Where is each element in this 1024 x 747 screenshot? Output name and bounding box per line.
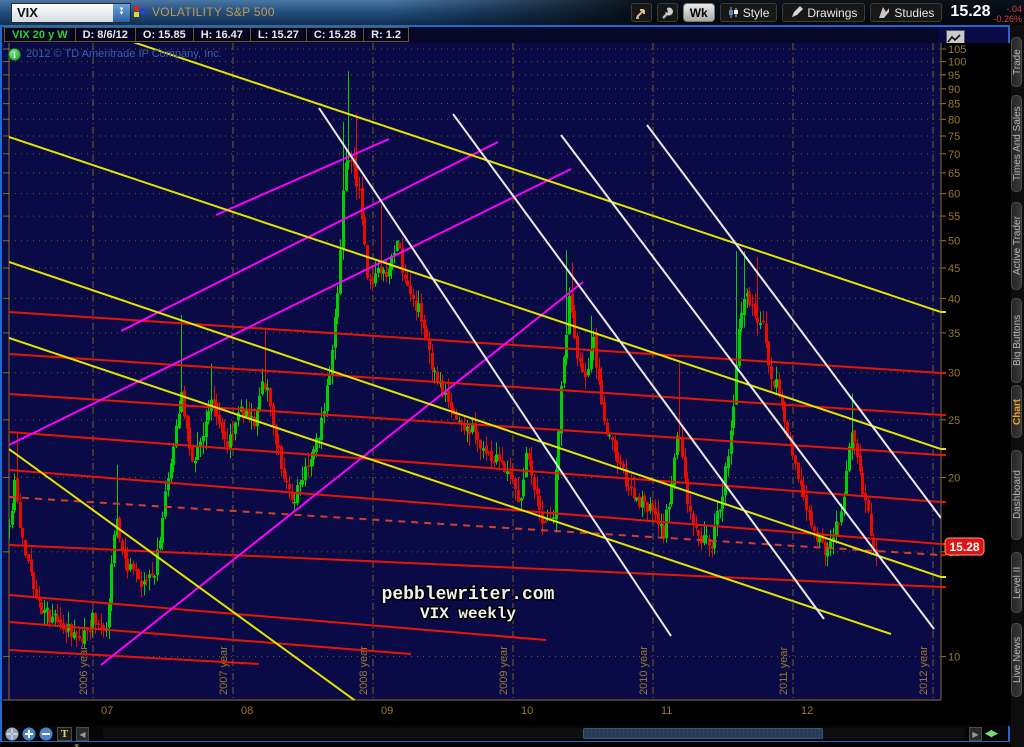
text-tool-button[interactable]: T bbox=[57, 727, 72, 741]
drawings-button[interactable]: Drawings bbox=[782, 3, 865, 22]
ohlc-field-1: O: 15.85 bbox=[135, 27, 194, 42]
last-price: 15.28 bbox=[950, 1, 990, 23]
price-change: -.04 -0.26% bbox=[993, 1, 1022, 24]
svg-text:08: 08 bbox=[241, 705, 253, 717]
svg-text:10: 10 bbox=[521, 705, 533, 717]
svg-text:2012 year: 2012 year bbox=[918, 646, 930, 695]
ohlc-field-4: C: 15.28 bbox=[306, 27, 364, 42]
svg-text:2009 year: 2009 year bbox=[498, 646, 510, 695]
svg-text:35: 35 bbox=[948, 328, 960, 340]
collapse-chevron-icon[interactable]: « bbox=[73, 743, 83, 746]
sidebar-tab-active-trader[interactable]: Active Trader bbox=[1011, 202, 1022, 290]
chart-plot-area[interactable]: 2006 year2007 year2008 year2009 year2010… bbox=[2, 43, 1010, 726]
link-color-cube-icon[interactable] bbox=[134, 6, 146, 18]
sidebar-tabstrip: Trade Times And Sales Active Trader Big But… bbox=[1011, 25, 1024, 747]
ohlc-status-bar: VIX 20 y W D: 8/6/12O: 15.85H: 16.47L: 1… bbox=[2, 27, 939, 44]
svg-text:100: 100 bbox=[948, 57, 966, 69]
svg-text:30: 30 bbox=[948, 368, 960, 380]
scrollbar-thumb[interactable] bbox=[583, 728, 823, 739]
sidebar-tab-live-news[interactable]: Live News bbox=[1011, 623, 1022, 697]
svg-text:60: 60 bbox=[948, 189, 960, 201]
svg-text:2010 year: 2010 year bbox=[638, 646, 650, 695]
svg-text:105: 105 bbox=[948, 44, 966, 56]
sidebar-tab-trade[interactable]: Trade bbox=[1011, 37, 1022, 87]
chart-bottom-toolbar: T ◀ ▶ ◀▶ bbox=[2, 726, 1008, 741]
pan-icon[interactable] bbox=[5, 727, 19, 741]
svg-text:75: 75 bbox=[948, 131, 960, 143]
svg-text:2011 year: 2011 year bbox=[778, 647, 790, 695]
sidebar-tab-times-and-sales[interactable]: Times And Sales bbox=[1011, 95, 1022, 192]
style-button[interactable]: Style bbox=[720, 3, 778, 22]
svg-text:50: 50 bbox=[948, 236, 960, 248]
ohlc-field-5: R: 1.2 bbox=[363, 27, 409, 42]
symbol-value: VIX bbox=[12, 4, 113, 22]
timeframe-button[interactable]: Wk bbox=[683, 3, 715, 22]
ohlc-field-3: L: 15.27 bbox=[250, 27, 307, 42]
chart-panel: VIX 20 y W D: 8/6/12O: 15.85H: 16.47L: 1… bbox=[0, 25, 1010, 742]
candle-style-icon bbox=[728, 6, 739, 19]
expand-horizontal-icon[interactable]: ◀▶ bbox=[985, 728, 997, 739]
axis-settings-icon[interactable] bbox=[946, 30, 965, 44]
style-button-label: Style bbox=[743, 6, 770, 20]
chart-scrollbar[interactable] bbox=[103, 728, 965, 739]
topbar-right-group: Wk Style Drawings bbox=[631, 0, 1022, 25]
info-icon[interactable]: i bbox=[8, 48, 21, 61]
change-value: -.04 bbox=[1006, 4, 1022, 14]
quote-block: 15.28 -.04 -0.26% bbox=[950, 1, 1022, 24]
svg-text:40: 40 bbox=[948, 293, 960, 305]
sidebar-tab-level-ii[interactable]: Level II bbox=[1011, 552, 1022, 613]
watermark-line1: pebblewriter.com bbox=[382, 585, 555, 605]
svg-text:15.28: 15.28 bbox=[949, 540, 979, 554]
sidebar-tab-dashboard[interactable]: Dashboard bbox=[1011, 450, 1022, 540]
svg-text:09: 09 bbox=[381, 705, 393, 717]
svg-text:45: 45 bbox=[948, 263, 960, 275]
series-label: VIX 20 y W bbox=[4, 27, 76, 42]
svg-text:2007 year: 2007 year bbox=[218, 646, 230, 695]
sidebar-tab-chart[interactable]: Chart bbox=[1011, 385, 1022, 438]
top-toolbar: VIX ▾▾ VOLATILITY S&P 500 Wk bbox=[0, 0, 1024, 25]
pencil-icon bbox=[790, 6, 803, 19]
pointer-tool-button[interactable] bbox=[631, 3, 652, 22]
scroll-right-icon[interactable]: ▶ bbox=[969, 727, 982, 741]
studies-button[interactable]: Studies bbox=[870, 3, 942, 22]
wrench-icon bbox=[661, 6, 674, 19]
svg-text:11: 11 bbox=[661, 705, 672, 717]
svg-text:65: 65 bbox=[948, 168, 960, 180]
svg-text:55: 55 bbox=[948, 211, 960, 223]
watermark-line2: VIX weekly bbox=[420, 605, 516, 623]
svg-text:85: 85 bbox=[948, 99, 960, 111]
svg-text:70: 70 bbox=[948, 149, 960, 161]
thinkorswim-window: VIX ▾▾ VOLATILITY S&P 500 Wk bbox=[0, 0, 1024, 747]
scroll-left-icon[interactable]: ◀ bbox=[76, 727, 89, 741]
copyright-text: 2012 © TD Ameritrade IP Company, Inc. bbox=[26, 48, 222, 60]
sidebar-tab-big-buttons[interactable]: Big Buttons bbox=[1011, 298, 1022, 383]
symbol-input[interactable]: VIX ▾▾ bbox=[11, 3, 131, 23]
settings-button[interactable] bbox=[657, 3, 678, 22]
cursor-icon bbox=[635, 6, 648, 19]
ohlc-field-2: H: 16.47 bbox=[193, 27, 251, 42]
svg-text:80: 80 bbox=[948, 114, 960, 126]
ohlc-field-0: D: 8/6/12 bbox=[75, 27, 136, 42]
symbol-dropdown-icon[interactable]: ▾▾ bbox=[113, 4, 130, 22]
drawings-button-label: Drawings bbox=[807, 6, 857, 20]
svg-text:20: 20 bbox=[948, 472, 960, 484]
zoom-in-icon[interactable] bbox=[22, 727, 36, 741]
svg-text:25: 25 bbox=[948, 415, 960, 427]
svg-text:2008 year: 2008 year bbox=[358, 646, 370, 695]
svg-text:90: 90 bbox=[948, 84, 960, 96]
svg-text:10: 10 bbox=[948, 652, 960, 664]
zoom-out-icon[interactable] bbox=[39, 727, 53, 741]
svg-text:95: 95 bbox=[948, 70, 960, 82]
svg-text:12: 12 bbox=[801, 705, 813, 717]
copyright-row: i 2012 © TD Ameritrade IP Company, Inc. bbox=[8, 47, 222, 61]
studies-icon bbox=[878, 6, 890, 19]
change-percent: -0.26% bbox=[993, 14, 1022, 24]
svg-text:07: 07 bbox=[101, 705, 113, 717]
symbol-description: VOLATILITY S&P 500 bbox=[152, 5, 275, 19]
studies-button-label: Studies bbox=[894, 6, 934, 20]
